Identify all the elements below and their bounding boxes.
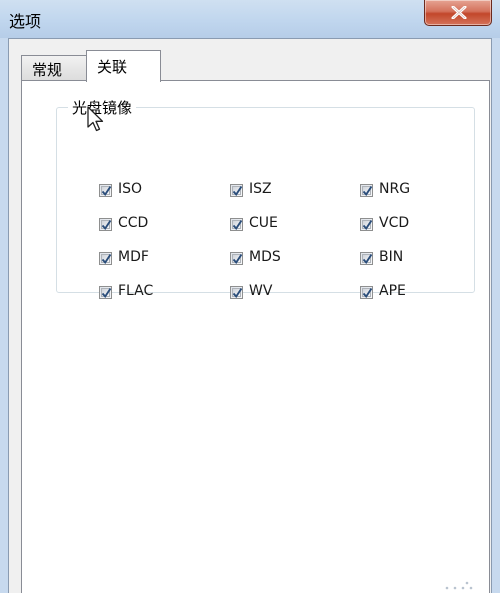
dialog-client-area: 常规 关联 光盘镜像 ISO ISZ NRG CCD CUE VCD MDF M… bbox=[8, 38, 492, 593]
checkbox-mdf[interactable] bbox=[99, 252, 112, 265]
option-label: ISO bbox=[118, 181, 143, 197]
checkmark-icon bbox=[232, 253, 243, 265]
checkbox-flac[interactable] bbox=[99, 286, 112, 299]
checkbox-bin[interactable] bbox=[360, 252, 373, 265]
option-label: CCD bbox=[118, 215, 149, 231]
option-label: ISZ bbox=[249, 181, 272, 197]
association-tab-panel: 光盘镜像 ISO ISZ NRG CCD CUE VCD MDF MDS BIN… bbox=[21, 80, 490, 593]
disc-image-groupbox bbox=[56, 107, 475, 293]
mouse-pointer-icon bbox=[87, 106, 104, 132]
option-label: FLAC bbox=[118, 283, 154, 299]
close-icon bbox=[451, 6, 467, 19]
checkbox-mds[interactable] bbox=[230, 252, 243, 265]
checkbox-vcd[interactable] bbox=[360, 218, 373, 231]
checkmark-icon bbox=[101, 219, 112, 231]
resize-grip-icon[interactable] bbox=[441, 579, 477, 591]
option-label: BIN bbox=[379, 249, 404, 265]
option-label: NRG bbox=[379, 181, 411, 197]
option-label: MDF bbox=[118, 249, 149, 265]
option-label: WV bbox=[249, 283, 273, 299]
checkmark-icon bbox=[362, 253, 373, 265]
tab-association[interactable]: 关联 bbox=[86, 50, 161, 82]
window-title: 选项 bbox=[9, 12, 42, 31]
checkmark-icon bbox=[362, 287, 373, 299]
checkmark-icon bbox=[101, 287, 112, 299]
checkmark-icon bbox=[101, 253, 112, 265]
tab-general-label: 常规 bbox=[32, 61, 63, 79]
checkbox-cue[interactable] bbox=[230, 218, 243, 231]
option-label: APE bbox=[379, 283, 406, 299]
checkbox-isz[interactable] bbox=[230, 184, 243, 197]
checkmark-icon bbox=[232, 219, 243, 231]
options-dialog: 选项 常规 关联 光盘镜像 ISO ISZ NRG CCD CUE VCD MD… bbox=[0, 0, 500, 593]
checkbox-ape[interactable] bbox=[360, 286, 373, 299]
option-label: MDS bbox=[249, 249, 281, 265]
tab-general[interactable]: 常规 bbox=[21, 55, 87, 81]
checkmark-icon bbox=[232, 287, 243, 299]
checkmark-icon bbox=[232, 185, 243, 197]
checkbox-iso[interactable] bbox=[99, 184, 112, 197]
checkmark-icon bbox=[362, 185, 373, 197]
checkbox-wv[interactable] bbox=[230, 286, 243, 299]
option-label: VCD bbox=[379, 215, 410, 231]
checkbox-nrg[interactable] bbox=[360, 184, 373, 197]
title-bar[interactable]: 选项 bbox=[0, 0, 500, 38]
checkbox-ccd[interactable] bbox=[99, 218, 112, 231]
checkmark-icon bbox=[101, 185, 112, 197]
checkmark-icon bbox=[362, 219, 373, 231]
close-button[interactable] bbox=[424, 0, 492, 26]
tab-association-label: 关联 bbox=[97, 58, 128, 76]
option-label: CUE bbox=[249, 215, 278, 231]
